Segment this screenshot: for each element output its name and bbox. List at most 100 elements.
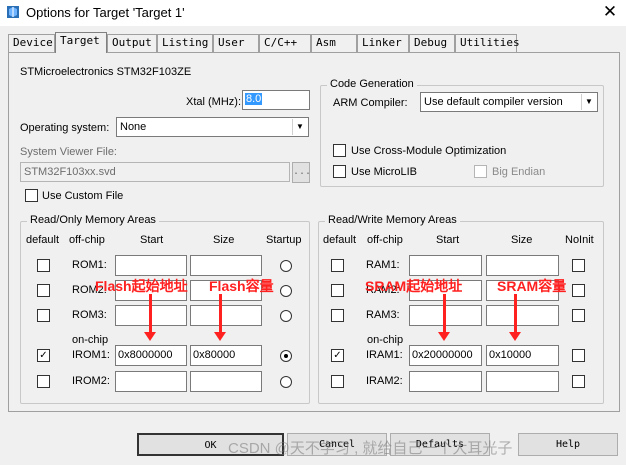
- rom-header-offchip: off-chip: [69, 234, 105, 246]
- tab-c-cpp[interactable]: C/C++: [259, 34, 311, 52]
- start-address-input[interactable]: [115, 371, 187, 392]
- arrow-down-icon: [144, 332, 156, 341]
- default-checkbox[interactable]: [37, 309, 50, 322]
- xtal-label: Xtal (MHz):: [186, 96, 241, 108]
- arm-compiler-label: ARM Compiler:: [333, 97, 408, 109]
- tab-target[interactable]: Target: [55, 32, 107, 53]
- memory-area-name: RAM3:: [366, 309, 400, 321]
- start-address-input[interactable]: [409, 371, 482, 392]
- ram-header-start: Start: [436, 234, 460, 246]
- device-name: STMicroelectronics STM32F103ZE: [20, 66, 192, 78]
- rom-onchip-label: on-chip: [72, 334, 109, 346]
- tab-output[interactable]: Output: [107, 34, 157, 52]
- close-icon[interactable]: ✕: [598, 1, 622, 23]
- memory-area-name: IRAM2:: [366, 375, 403, 387]
- rom-group-legend: Read/Only Memory Areas: [27, 214, 159, 226]
- microlib-label: Use MicroLIB: [351, 166, 418, 178]
- tab-user[interactable]: User: [213, 34, 259, 52]
- cross-module-label: Use Cross-Module Optimization: [351, 145, 507, 157]
- operating-system-label: Operating system:: [20, 122, 110, 134]
- size-input[interactable]: [190, 305, 262, 326]
- arrow-line: [443, 294, 446, 332]
- memory-area-name: RAM1:: [366, 259, 400, 271]
- tab-linker[interactable]: Linker: [357, 34, 409, 52]
- code-generation-legend: Code Generation: [327, 78, 417, 90]
- xtal-input[interactable]: 8.0: [242, 90, 310, 110]
- title-bar: Options for Target 'Target 1' ✕: [0, 0, 626, 26]
- operating-system-select[interactable]: None ▼: [116, 117, 309, 137]
- startup-radio[interactable]: [280, 376, 292, 388]
- noinit-checkbox[interactable]: [572, 284, 585, 297]
- microlib-checkbox[interactable]: [333, 165, 346, 178]
- arm-compiler-value: Use default compiler version: [424, 96, 563, 108]
- start-address-input[interactable]: 0x20000000: [409, 345, 482, 366]
- default-checkbox[interactable]: [331, 375, 344, 388]
- memory-area-name: IROM1:: [72, 349, 110, 361]
- size-input[interactable]: 0x80000: [190, 345, 262, 366]
- use-custom-file-checkbox[interactable]: [25, 189, 38, 202]
- memory-area-name: ROM1:: [72, 259, 107, 271]
- start-address-input[interactable]: [409, 255, 482, 276]
- start-address-input[interactable]: 0x8000000: [115, 345, 187, 366]
- help-button[interactable]: Help: [518, 433, 618, 456]
- rom-header-size: Size: [213, 234, 235, 246]
- noinit-checkbox[interactable]: [572, 349, 585, 362]
- noinit-checkbox[interactable]: [572, 309, 585, 322]
- ram-onchip-label: on-chip: [367, 334, 404, 346]
- tab-asm[interactable]: Asm: [311, 34, 357, 52]
- sram-size-annotation: SRAM容量: [497, 278, 567, 294]
- arrow-line: [149, 294, 152, 332]
- ram-header-noinit: NoInit: [565, 234, 594, 246]
- system-viewer-input: STM32F103xx.svd: [20, 162, 290, 182]
- arrow-line: [219, 294, 222, 332]
- size-input[interactable]: [486, 255, 559, 276]
- watermark: CSDN @天不学习 , 就给自己一个大耳光子: [228, 440, 513, 457]
- start-address-input[interactable]: [115, 255, 187, 276]
- memory-area-name: IRAM1:: [366, 349, 403, 361]
- cross-module-checkbox[interactable]: [333, 144, 346, 157]
- flash-size-annotation: Flash容量: [209, 278, 274, 294]
- sram-start-annotation: SRAM起始地址: [365, 278, 463, 294]
- default-checkbox[interactable]: ✓: [37, 349, 50, 362]
- noinit-checkbox[interactable]: [572, 375, 585, 388]
- chevron-down-icon: ▼: [292, 119, 307, 135]
- ram-header-size: Size: [511, 234, 533, 246]
- tab-utilities[interactable]: Utilities: [455, 34, 520, 52]
- system-viewer-value: STM32F103xx.svd: [24, 166, 116, 178]
- ram-group-legend: Read/Write Memory Areas: [325, 214, 460, 226]
- arrow-line: [514, 294, 517, 332]
- default-checkbox[interactable]: ✓: [331, 349, 344, 362]
- startup-radio[interactable]: [280, 260, 292, 272]
- tab-device[interactable]: Device: [8, 34, 55, 52]
- default-checkbox[interactable]: [331, 259, 344, 272]
- startup-radio[interactable]: [280, 350, 292, 362]
- tab-listing[interactable]: Listing: [157, 34, 213, 52]
- tab-debug[interactable]: Debug: [409, 34, 455, 52]
- arrow-down-icon: [509, 332, 521, 341]
- ram-header-default: default: [323, 234, 357, 246]
- size-input[interactable]: [190, 255, 262, 276]
- noinit-checkbox[interactable]: [572, 259, 585, 272]
- arm-compiler-select[interactable]: Use default compiler version ▼: [420, 92, 598, 112]
- size-input[interactable]: [486, 305, 559, 326]
- size-input[interactable]: [486, 371, 559, 392]
- size-input[interactable]: 0x10000: [486, 345, 559, 366]
- startup-radio[interactable]: [280, 285, 292, 297]
- radio-dot: [284, 354, 288, 358]
- default-checkbox[interactable]: [331, 284, 344, 297]
- ram-header-offchip: off-chip: [367, 234, 403, 246]
- default-checkbox[interactable]: [37, 259, 50, 272]
- rom-header-default: default: [26, 234, 60, 246]
- operating-system-value: None: [120, 121, 147, 133]
- rom-header-start: Start: [140, 234, 164, 246]
- size-input[interactable]: [190, 371, 262, 392]
- arrow-down-icon: [438, 332, 450, 341]
- default-checkbox[interactable]: [331, 309, 344, 322]
- use-custom-file-label: Use Custom File: [42, 190, 124, 202]
- big-endian-label: Big Endian: [492, 166, 546, 178]
- rom-header-startup: Startup: [266, 234, 302, 246]
- default-checkbox[interactable]: [37, 284, 50, 297]
- startup-radio[interactable]: [280, 310, 292, 322]
- default-checkbox[interactable]: [37, 375, 50, 388]
- system-viewer-label: System Viewer File:: [20, 146, 117, 158]
